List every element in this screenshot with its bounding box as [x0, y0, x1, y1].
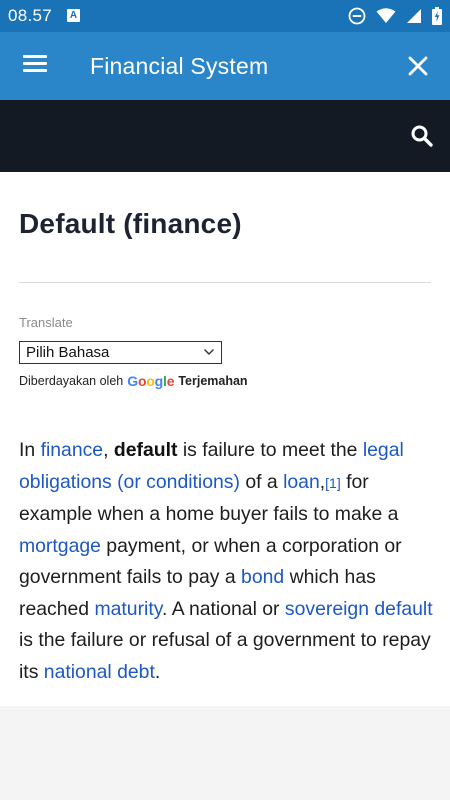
divider: [19, 282, 431, 283]
hamburger-icon: [19, 55, 51, 72]
app-title: Financial System: [90, 53, 269, 79]
link-mortgage[interactable]: mortgage: [19, 535, 101, 557]
link-maturity[interactable]: maturity: [94, 598, 162, 620]
app-bar: Financial System: [0, 32, 450, 100]
search-icon: [411, 125, 433, 147]
translate-label: Translate: [19, 315, 73, 330]
link-sovereign-default[interactable]: sovereign default: [285, 598, 433, 620]
dnd-icon: [348, 7, 366, 25]
link-finance[interactable]: finance: [41, 439, 104, 461]
bold-default: default: [113, 439, 178, 461]
chevron-down-icon: [204, 349, 214, 355]
battery-icon: [432, 7, 442, 25]
wifi-icon: [376, 8, 396, 23]
google-logo: Google: [127, 373, 175, 389]
article-paragraph: In finance, default is failure to meet t…: [19, 439, 433, 683]
link-national-debt[interactable]: national debt: [44, 661, 155, 683]
close-icon: [408, 56, 428, 76]
article-content: Default (finance) Translate Pilih Bahasa…: [0, 172, 450, 706]
search-button[interactable]: [410, 124, 434, 148]
reference-1[interactable]: [1]: [325, 475, 341, 491]
powered-by-text: Diberdayakan oleh: [19, 374, 124, 388]
link-bond[interactable]: bond: [241, 566, 284, 588]
status-time: 08.57: [8, 6, 53, 25]
signal-icon: [407, 9, 421, 23]
search-bar: [0, 100, 450, 172]
language-select[interactable]: Pilih Bahasa: [19, 341, 222, 364]
translate-service-link[interactable]: Terjemahan: [178, 374, 247, 388]
close-button[interactable]: [402, 50, 434, 82]
status-bar: 08.57 A: [0, 0, 450, 32]
link-loan[interactable]: loan: [283, 471, 320, 493]
powered-by-google: Diberdayakan oleh Google Terjemahan: [19, 373, 248, 389]
notification-a-icon: A: [67, 9, 80, 22]
page-title: Default (finance): [19, 208, 242, 239]
language-select-value: Pilih Bahasa: [26, 344, 110, 361]
menu-button[interactable]: [19, 52, 51, 80]
status-icons: [348, 6, 442, 26]
